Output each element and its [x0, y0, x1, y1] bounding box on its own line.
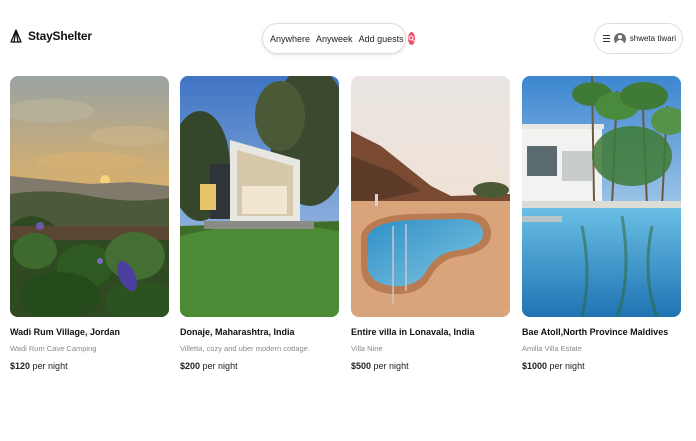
search-guests[interactable]: Add guests: [359, 34, 404, 44]
search-button[interactable]: [407, 32, 415, 45]
listing-card[interactable]: Donaje, Maharashtra, India Villetta, coz…: [180, 76, 339, 371]
search-bar[interactable]: Anywhere Anyweek Add guests: [262, 23, 415, 54]
listing-subtitle: Wadi Rum Cave Camping: [10, 344, 97, 353]
search-icon: [408, 35, 415, 42]
price-suffix: per night: [373, 361, 409, 371]
price-amount: $1000: [522, 361, 548, 371]
search-where[interactable]: Anywhere: [270, 34, 310, 44]
site-header: StayShelter Anywhere Anyweek Add guests …: [0, 0, 696, 76]
listing-card[interactable]: Bae Atoll,North Province Maldives Amilla…: [522, 76, 681, 371]
listing-price: $120 per night: [10, 361, 68, 371]
menu-icon: [603, 35, 610, 42]
listing-price: $500 per night: [351, 361, 409, 371]
price-amount: $200: [180, 361, 201, 371]
listing-price: $1000 per night: [522, 361, 585, 371]
listing-title[interactable]: Donaje, Maharashtra, India: [180, 327, 295, 337]
listing-price: $200 per night: [180, 361, 238, 371]
price-amount: $500: [351, 361, 372, 371]
listing-photo[interactable]: [522, 76, 681, 317]
listing-title[interactable]: Bae Atoll,North Province Maldives: [522, 327, 668, 337]
listing-card[interactable]: Wadi Rum Village, Jordan Wadi Rum Cave C…: [10, 76, 169, 371]
listing-photo[interactable]: [351, 76, 510, 317]
user-name: shweta tiwari: [629, 34, 676, 43]
price-suffix: per night: [202, 361, 238, 371]
listing-subtitle: Amilla Villa Estate: [522, 344, 582, 353]
listing-title[interactable]: Wadi Rum Village, Jordan: [10, 327, 120, 337]
avatar: [613, 32, 626, 45]
listing-photo[interactable]: [10, 76, 169, 317]
user-menu-button[interactable]: shweta tiwari: [594, 23, 683, 54]
listing-card[interactable]: Entire villa in Lonavala, India Villa Ni…: [351, 76, 510, 371]
price-amount: $120: [10, 361, 31, 371]
listing-subtitle: Villa Nine: [351, 344, 383, 353]
price-suffix: per night: [32, 361, 68, 371]
listing-title[interactable]: Entire villa in Lonavala, India: [351, 327, 475, 337]
tent-icon: [10, 29, 22, 43]
listing-photo[interactable]: [180, 76, 339, 317]
search-when[interactable]: Anyweek: [316, 34, 353, 44]
brand-name: StayShelter: [28, 29, 92, 43]
listing-subtitle: Villetta, cozy and uber modern cottage.: [180, 344, 310, 353]
price-suffix: per night: [549, 361, 585, 371]
brand-logo[interactable]: StayShelter: [10, 29, 92, 43]
